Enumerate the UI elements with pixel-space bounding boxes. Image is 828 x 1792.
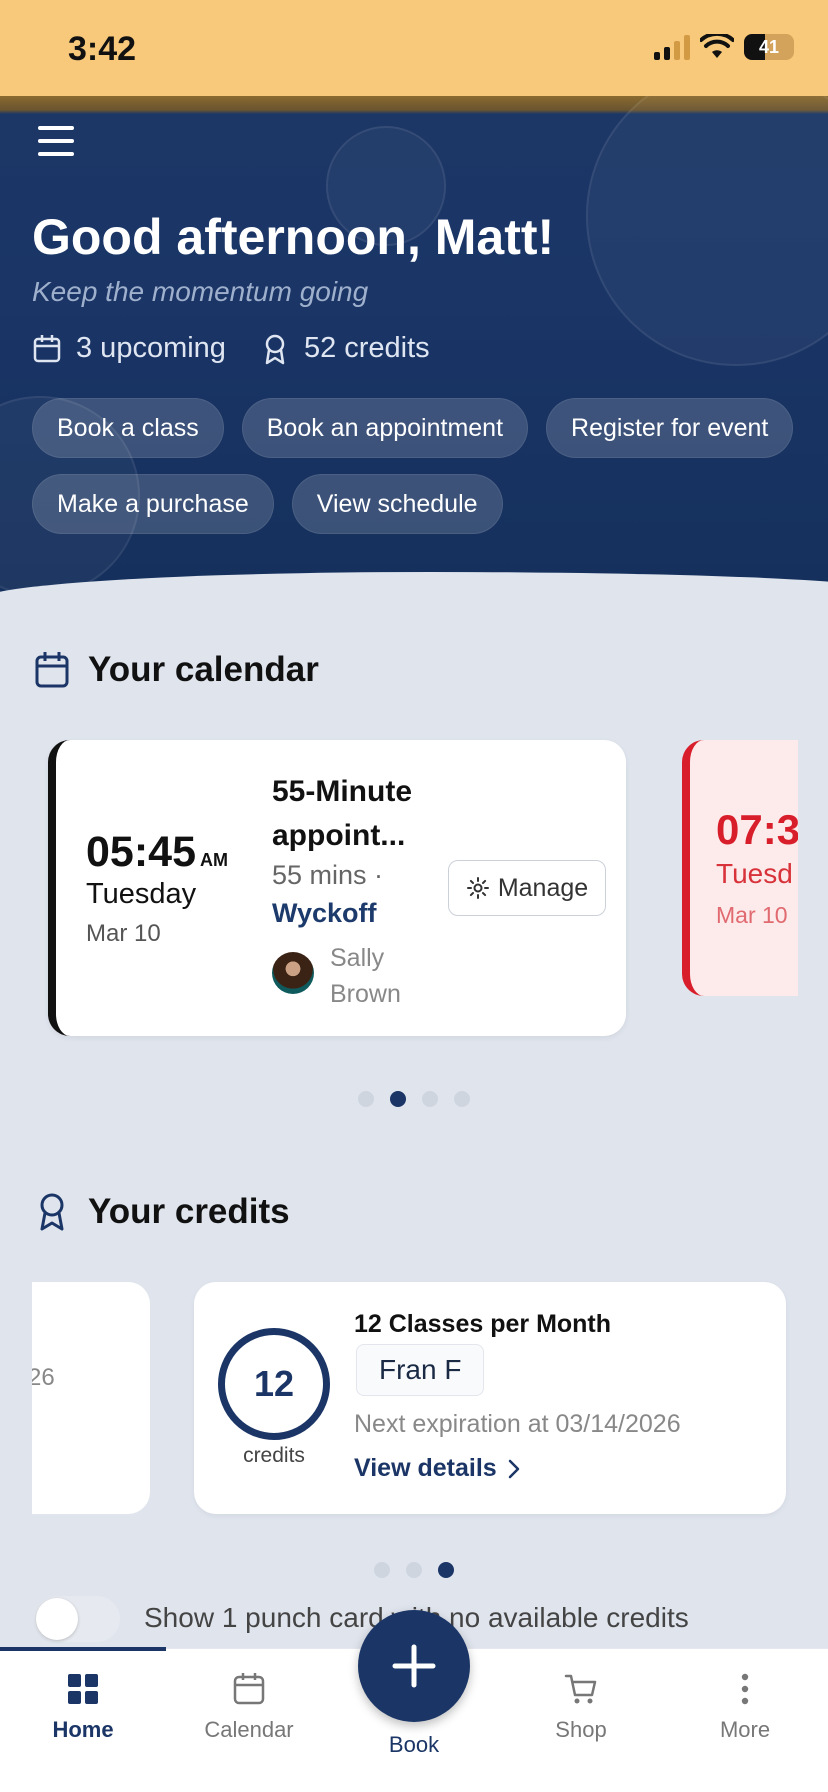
- calendar-icon: [233, 1673, 265, 1705]
- event-location[interactable]: Wyckoff: [272, 898, 377, 929]
- credits-stat[interactable]: 52 credits: [260, 332, 430, 365]
- status-time: 3:42: [68, 30, 137, 68]
- previous-credit-card[interactable]: 26: [32, 1282, 150, 1514]
- hero-header: Good afternoon, Matt! Keep the momentum …: [0, 96, 828, 602]
- manage-label: Manage: [497, 873, 589, 902]
- calendar-pagination[interactable]: [358, 1091, 470, 1107]
- make-purchase-button[interactable]: Make a purchase: [32, 474, 274, 534]
- show-empty-punchcards-toggle[interactable]: [34, 1596, 120, 1642]
- hamburger-menu-icon[interactable]: [38, 126, 74, 156]
- book-appointment-button[interactable]: Book an appointment: [241, 398, 529, 458]
- staff-avatar: [272, 952, 314, 994]
- credit-package-name: 12 Classes per Month: [354, 1310, 612, 1338]
- award-ribbon-icon: [265, 334, 285, 364]
- credit-count-ring: 12: [218, 1328, 330, 1440]
- upcoming-stat[interactable]: 3 upcoming: [32, 332, 226, 365]
- greeting-subtitle: Keep the momentum going: [32, 276, 369, 307]
- more-vertical-icon: [741, 1673, 749, 1705]
- credits-count: 52 credits: [303, 332, 430, 364]
- next-event-card[interactable]: 07:3 Tuesd Mar 10: [682, 740, 798, 996]
- staff-name: Sally Brown: [330, 944, 401, 1008]
- tab-more[interactable]: More: [662, 1671, 828, 1743]
- shopping-cart-icon: [564, 1674, 597, 1704]
- event-date: Mar 10: [86, 920, 161, 947]
- credits-section-title: Your credits: [34, 1192, 290, 1232]
- cellular-signal-icon: [654, 34, 690, 60]
- book-class-button[interactable]: Book a class: [32, 398, 224, 458]
- quick-actions: Book a class Book an appointment Registe…: [32, 398, 812, 534]
- pagination-dot[interactable]: [422, 1091, 438, 1107]
- calendar-section-label: Your calendar: [88, 650, 319, 689]
- pagination-dot[interactable]: [454, 1091, 470, 1107]
- pagination-dot[interactable]: [390, 1091, 406, 1107]
- status-icons: 41: [654, 34, 794, 60]
- tab-calendar-label: Calendar: [204, 1717, 294, 1742]
- book-fab-label: Book: [388, 1732, 440, 1757]
- tab-home-label: Home: [52, 1717, 114, 1742]
- event-ampm: AM: [199, 850, 228, 870]
- tab-more-label: More: [719, 1717, 771, 1742]
- calendar-section-title: Your calendar: [34, 650, 319, 690]
- credit-card[interactable]: 12 credits 12 Classes per Month Fran F N…: [194, 1282, 786, 1514]
- active-tab-indicator: [0, 1647, 166, 1651]
- pagination-dot[interactable]: [374, 1562, 390, 1578]
- greeting-title: Good afternoon, Matt!: [32, 209, 555, 265]
- tab-shop[interactable]: Shop: [498, 1671, 664, 1743]
- credit-count-label: credits: [243, 1444, 305, 1467]
- wifi-icon: [700, 34, 734, 58]
- view-details-link[interactable]: View details: [354, 1454, 521, 1483]
- credit-expiration: Next expiration at 03/14/2026: [354, 1410, 681, 1438]
- calendar-icon: [35, 652, 69, 688]
- event-day: Tuesday: [86, 878, 197, 910]
- calendar-event-card[interactable]: 05:45 AM Tuesday Mar 10 55-Minute appoint…: [48, 740, 626, 1036]
- event-duration: 55 mins ·: [272, 860, 384, 890]
- event-title: 55-Minute appoint...: [272, 775, 413, 852]
- chevron-right-icon: [508, 1459, 519, 1478]
- tab-shop-label: Shop: [555, 1717, 607, 1742]
- view-schedule-button[interactable]: View schedule: [291, 474, 503, 534]
- gear-icon: [466, 877, 489, 899]
- next-event-day: Tuesd: [716, 858, 793, 889]
- credits-section-label: Your credits: [88, 1192, 290, 1231]
- register-event-button[interactable]: Register for event: [546, 398, 794, 458]
- event-time: 05:45 AM: [86, 828, 228, 876]
- header-stats: 3 upcoming 52 credits: [32, 332, 430, 365]
- battery-level: 41: [758, 36, 780, 57]
- plus-icon: [392, 1644, 436, 1688]
- manage-button[interactable]: Manage: [448, 860, 606, 916]
- upcoming-count: 3 upcoming: [76, 332, 226, 364]
- tab-calendar[interactable]: Calendar: [166, 1671, 332, 1743]
- home-grid-icon: [68, 1674, 98, 1704]
- next-event-time: 07:3: [716, 806, 798, 853]
- credit-user-badge: Fran F: [356, 1344, 485, 1396]
- calendar-icon: [33, 334, 61, 362]
- previous-credit-fragment: 26: [32, 1364, 55, 1391]
- award-ribbon-icon: [40, 1193, 64, 1231]
- pagination-dot[interactable]: [438, 1562, 454, 1578]
- battery-icon: 41: [744, 34, 794, 60]
- pagination-dot[interactable]: [358, 1091, 374, 1107]
- pagination-dot[interactable]: [406, 1562, 422, 1578]
- tab-home[interactable]: Home: [0, 1671, 166, 1743]
- view-details-label: View details: [354, 1454, 497, 1482]
- book-fab-button[interactable]: [358, 1610, 470, 1722]
- credits-pagination[interactable]: [374, 1562, 454, 1578]
- status-bar: 3:42 41: [0, 0, 828, 96]
- next-event-date: Mar 10: [716, 902, 788, 928]
